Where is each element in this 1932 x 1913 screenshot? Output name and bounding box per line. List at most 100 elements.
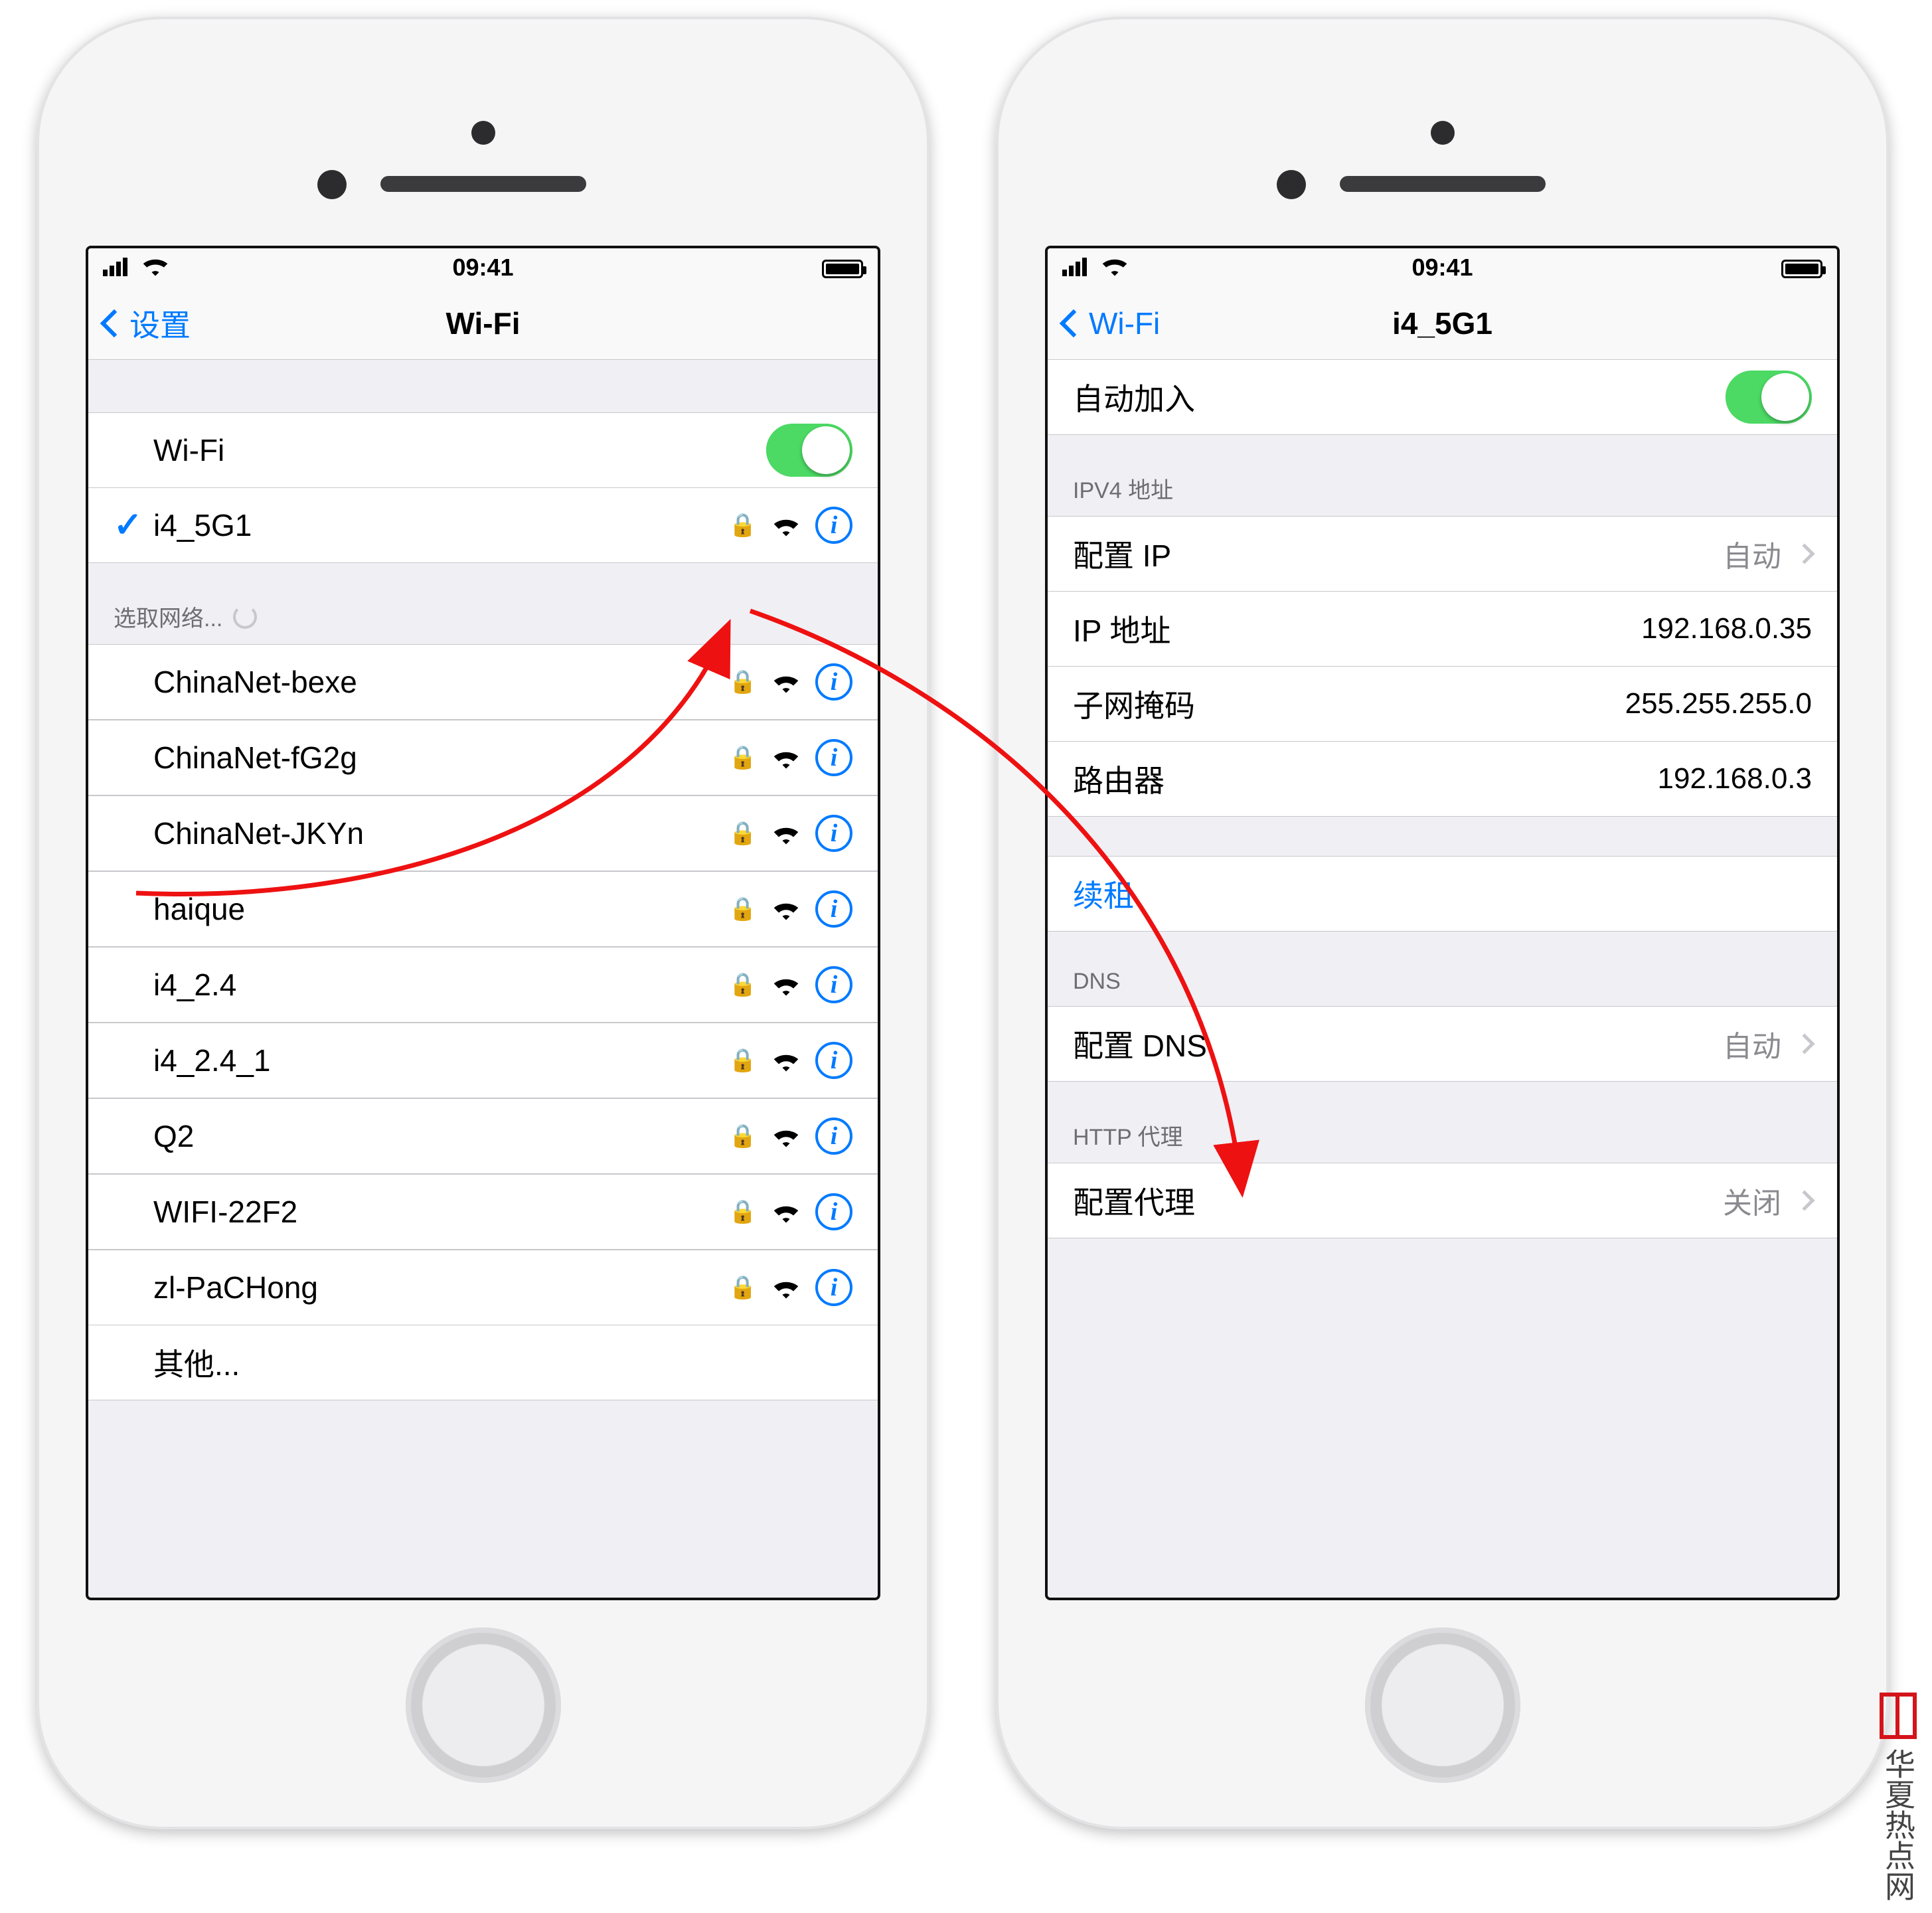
back-button[interactable]: Wi-Fi	[1048, 305, 1160, 341]
network-row[interactable]: Q2🔒 i	[88, 1098, 878, 1174]
info-icon[interactable]: i	[815, 1118, 852, 1155]
lock-icon: 🔒	[729, 971, 757, 998]
status-bar: 09:41	[1048, 248, 1837, 287]
network-row[interactable]: i4_2.4🔒 i	[88, 947, 878, 1023]
configure-dns-row[interactable]: 配置 DNS 自动	[1048, 1006, 1837, 1082]
configure-proxy-label: 配置代理	[1073, 1179, 1723, 1222]
network-row[interactable]: ChinaNet-JKYn🔒i	[88, 795, 878, 871]
phone-right: 09:41 Wi-Fi i4_5G1 自动加入 IPV4 地址 配置 IP 自动	[996, 17, 1889, 1829]
lock-icon: 🔒	[729, 512, 757, 539]
connected-network-row[interactable]: ✓ i4_5G1 🔒 i	[88, 487, 878, 563]
status-time: 09:41	[88, 254, 878, 282]
wifi-signal-icon	[771, 514, 801, 537]
wifi-signal-icon	[771, 1049, 801, 1072]
chevron-right-icon	[1794, 1190, 1814, 1210]
renew-lease-label: 续租	[1073, 872, 1812, 916]
home-button[interactable]	[1365, 1627, 1520, 1783]
back-label: Wi-Fi	[1089, 305, 1160, 341]
network-row[interactable]: zl-PaCHong🔒 i	[88, 1250, 878, 1325]
auto-join-row[interactable]: 自动加入	[1048, 359, 1837, 435]
info-icon[interactable]: i	[815, 1193, 852, 1230]
choose-network-label: 选取网络...	[114, 600, 222, 633]
lock-icon: 🔒	[729, 1199, 757, 1225]
cellular-icon	[103, 258, 127, 276]
home-button[interactable]	[406, 1627, 561, 1783]
wifi-toggle-row[interactable]: Wi-Fi	[88, 412, 878, 488]
lock-icon: 🔒	[729, 1123, 757, 1149]
auto-join-toggle[interactable]	[1726, 371, 1812, 424]
lock-icon: 🔒	[729, 1274, 757, 1301]
network-name: haique	[153, 891, 729, 927]
chevron-left-icon	[1060, 309, 1087, 337]
connected-network-name: i4_5G1	[153, 507, 729, 543]
earpiece	[996, 93, 1889, 239]
lock-icon: 🔒	[729, 669, 757, 695]
info-icon[interactable]: i	[815, 1269, 852, 1306]
info-icon[interactable]: i	[815, 507, 852, 544]
network-name: i4_2.4	[153, 967, 729, 1003]
back-button[interactable]: 设置	[88, 301, 191, 345]
configure-dns-label: 配置 DNS	[1073, 1022, 1723, 1066]
subnet-mask-row: 子网掩码 255.255.255.0	[1048, 666, 1837, 742]
page-title: Wi-Fi	[88, 305, 878, 341]
network-name: zl-PaCHong	[153, 1270, 729, 1305]
network-row[interactable]: haique🔒i	[88, 871, 878, 947]
wifi-status-icon	[1100, 254, 1129, 276]
wifi-signal-icon	[771, 1276, 801, 1299]
wifi-signal-icon	[771, 898, 801, 920]
wifi-signal-icon	[771, 973, 801, 996]
info-icon[interactable]: i	[815, 739, 852, 776]
info-icon[interactable]: i	[815, 890, 852, 928]
wifi-signal-icon	[771, 1201, 801, 1223]
network-row[interactable]: i4_2.4_1🔒i	[88, 1023, 878, 1098]
earpiece	[37, 93, 929, 239]
choose-network-header: 选取网络...	[88, 563, 878, 645]
info-icon[interactable]: i	[815, 1042, 852, 1079]
watermark: 华夏热点网	[1876, 1693, 1920, 1901]
chevron-right-icon	[1794, 1033, 1814, 1054]
subnet-mask-label: 子网掩码	[1073, 682, 1625, 726]
screen-wifi-list: 09:41 设置 Wi-Fi Wi-Fi ✓ i4_5G1 �	[86, 246, 880, 1600]
wifi-toggle-label: Wi-Fi	[153, 432, 766, 468]
renew-lease-row[interactable]: 续租	[1048, 856, 1837, 932]
network-name: ChinaNet-bexe	[153, 664, 729, 700]
navbar: 设置 Wi-Fi	[88, 287, 878, 360]
status-bar: 09:41	[88, 248, 878, 287]
network-name: WIFI-22F2	[153, 1194, 729, 1230]
network-row[interactable]: WIFI-22F2🔒 i	[88, 1174, 878, 1250]
configure-proxy-row[interactable]: 配置代理 关闭	[1048, 1163, 1837, 1238]
configure-ip-value: 自动	[1723, 533, 1781, 575]
info-icon[interactable]: i	[815, 966, 852, 1003]
ip-address-value: 192.168.0.35	[1641, 612, 1812, 645]
wifi-toggle[interactable]	[766, 424, 852, 477]
checkmark-icon: ✓	[114, 505, 153, 545]
screen-wifi-detail: 09:41 Wi-Fi i4_5G1 自动加入 IPV4 地址 配置 IP 自动	[1045, 246, 1840, 1600]
status-time: 09:41	[1048, 254, 1837, 282]
other-network-label: 其他...	[153, 1341, 852, 1384]
configure-ip-row[interactable]: 配置 IP 自动	[1048, 516, 1837, 592]
battery-icon	[1781, 260, 1822, 278]
lock-icon: 🔒	[729, 744, 757, 771]
wifi-signal-icon	[771, 671, 801, 693]
wifi-signal-icon	[771, 746, 801, 769]
network-name: Q2	[153, 1118, 729, 1154]
router-row: 路由器 192.168.0.3	[1048, 741, 1837, 817]
chevron-right-icon	[1794, 543, 1814, 564]
configure-dns-value: 自动	[1723, 1023, 1781, 1065]
other-network-row[interactable]: 其他...	[88, 1325, 878, 1400]
network-row[interactable]: ChinaNet-fG2g🔒i	[88, 720, 878, 795]
watermark-logo-icon	[1880, 1693, 1917, 1739]
info-icon[interactable]: i	[815, 663, 852, 701]
ipv4-header: IPV4 地址	[1048, 435, 1837, 517]
lock-icon: 🔒	[729, 820, 757, 847]
http-proxy-header: HTTP 代理	[1048, 1082, 1837, 1163]
ip-address-label: IP 地址	[1073, 607, 1641, 651]
watermark-text: 华夏热点网	[1876, 1748, 1920, 1901]
lock-icon: 🔒	[729, 1047, 757, 1074]
network-row[interactable]: ChinaNet-bexe🔒 i	[88, 644, 878, 720]
router-label: 路由器	[1073, 757, 1658, 801]
wifi-signal-icon	[771, 1125, 801, 1147]
auto-join-label: 自动加入	[1073, 375, 1726, 419]
info-icon[interactable]: i	[815, 815, 852, 852]
chevron-left-icon	[100, 309, 128, 337]
